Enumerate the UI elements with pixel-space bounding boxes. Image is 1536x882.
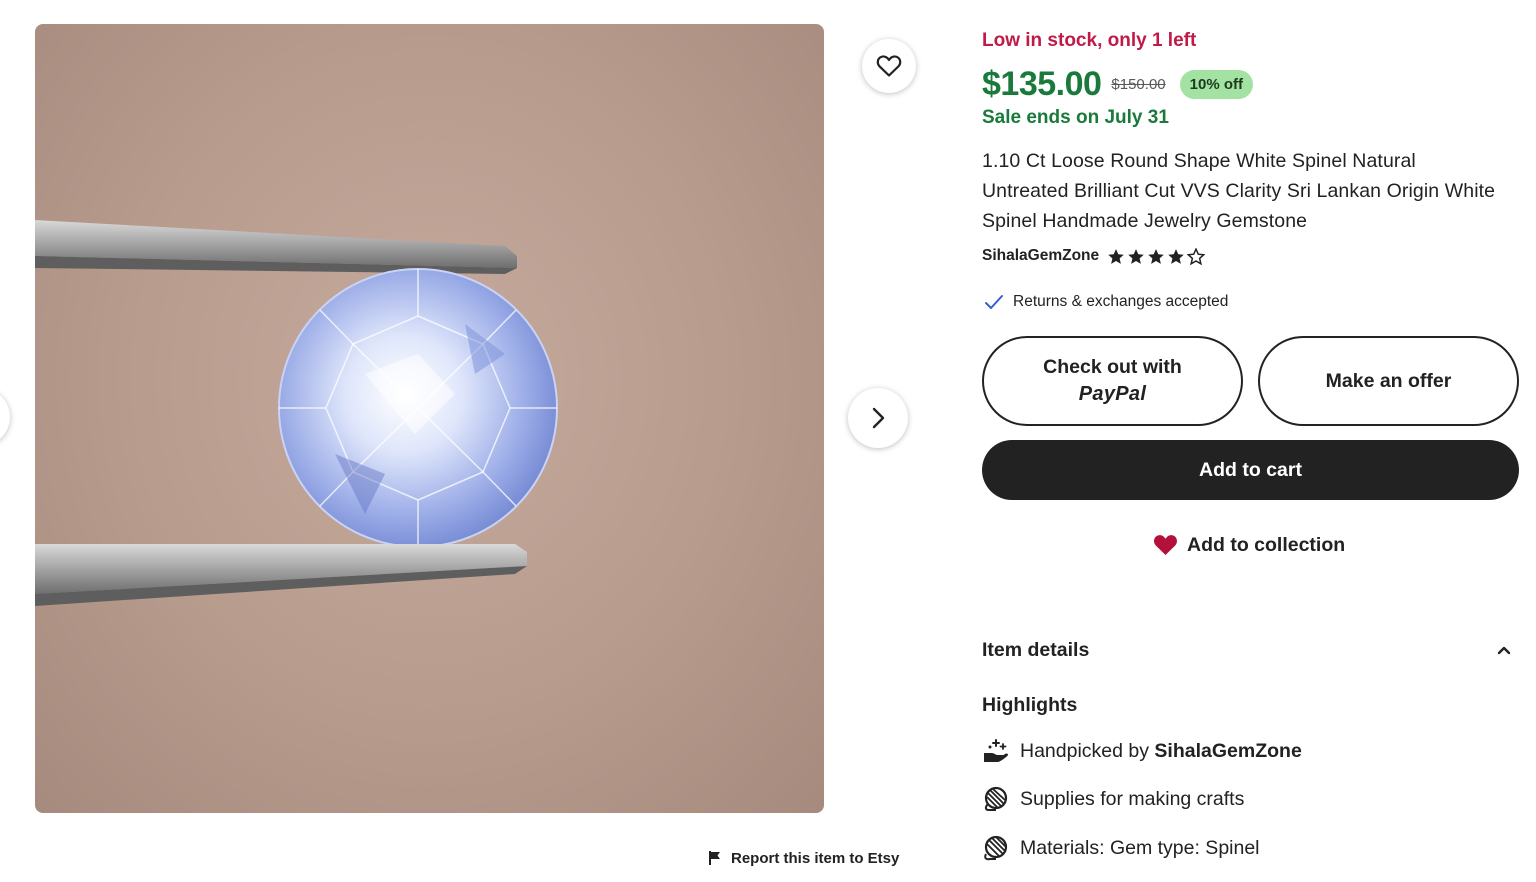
listing-title: 1.10 Ct Loose Round Shape White Spinel N… — [982, 150, 1496, 232]
add-to-collection-label: Add to collection — [1187, 533, 1346, 556]
highlight-handpicked: Handpicked by SihalaGemZone — [982, 736, 1302, 766]
stock-status: Low in stock, only 1 left — [982, 30, 1197, 51]
add-to-cart-button[interactable]: Add to cart — [982, 440, 1519, 500]
star-filled-icon — [1108, 248, 1124, 264]
checkmark-icon — [985, 295, 1003, 309]
highlight-supplies-text: Supplies for making crafts — [1020, 787, 1245, 810]
report-item-label: Report this item to Etsy — [731, 849, 900, 867]
star-empty-icon — [1187, 247, 1206, 265]
item-details-title: Item details — [982, 638, 1090, 661]
product-image[interactable] — [35, 24, 824, 813]
original-price: $150.00 — [1111, 75, 1166, 93]
returns-policy: Returns & exchanges accepted — [984, 290, 1228, 314]
flag-icon — [709, 851, 720, 865]
hand-sparkle-icon — [984, 739, 1008, 762]
shop-info: SihalaGemZone — [982, 245, 1206, 267]
discount-badge: 10% off — [1179, 69, 1253, 99]
make-offer-button[interactable]: Make an offer — [1258, 336, 1519, 426]
highlight-materials: Materials: Gem type: Spinel — [982, 833, 1260, 863]
shop-name-link[interactable]: SihalaGemZone — [982, 247, 1099, 265]
add-to-collection-button[interactable]: Add to collection — [1152, 531, 1345, 559]
favorite-button[interactable] — [862, 39, 916, 93]
item-details-toggle[interactable]: Item details — [982, 634, 1519, 666]
previous-image-button[interactable] — [0, 388, 10, 446]
paypal-logo: PayPal — [1078, 383, 1147, 405]
highlights-heading: Highlights — [982, 694, 1078, 716]
heart-outline-icon — [876, 55, 902, 77]
highlight-materials-text: Materials: Gem type: Spinel — [1020, 836, 1260, 859]
star-filled-icon — [1128, 248, 1144, 264]
returns-label: Returns & exchanges accepted — [1013, 293, 1229, 310]
highlight-handpicked-text: Handpicked by SihalaGemZone — [1020, 739, 1302, 762]
heart-filled-icon — [1154, 535, 1177, 555]
material-icon — [984, 835, 1008, 861]
report-item-link[interactable]: Report this item to Etsy — [708, 847, 899, 869]
highlight-supplies: Supplies for making crafts — [982, 784, 1244, 814]
star-filled-icon — [1148, 248, 1164, 264]
sale-price: $135.00 — [982, 64, 1102, 103]
star-rating — [1107, 247, 1206, 265]
gemstone-photo — [35, 220, 558, 606]
star-filled-icon — [1168, 248, 1184, 264]
sale-end-date: Sale ends on July 31 — [982, 107, 1169, 128]
paypal-checkout-label: Check out with — [1043, 356, 1182, 378]
make-offer-label: Make an offer — [1325, 369, 1452, 392]
chevron-right-icon — [872, 407, 885, 429]
paypal-checkout-button[interactable]: Check out with PayPal — [982, 336, 1243, 426]
yarn-ball-icon — [984, 786, 1008, 811]
price-row: $135.00 $150.00 10% off — [982, 64, 1253, 104]
next-image-button[interactable] — [848, 388, 908, 448]
chevron-up-icon — [1497, 646, 1511, 655]
